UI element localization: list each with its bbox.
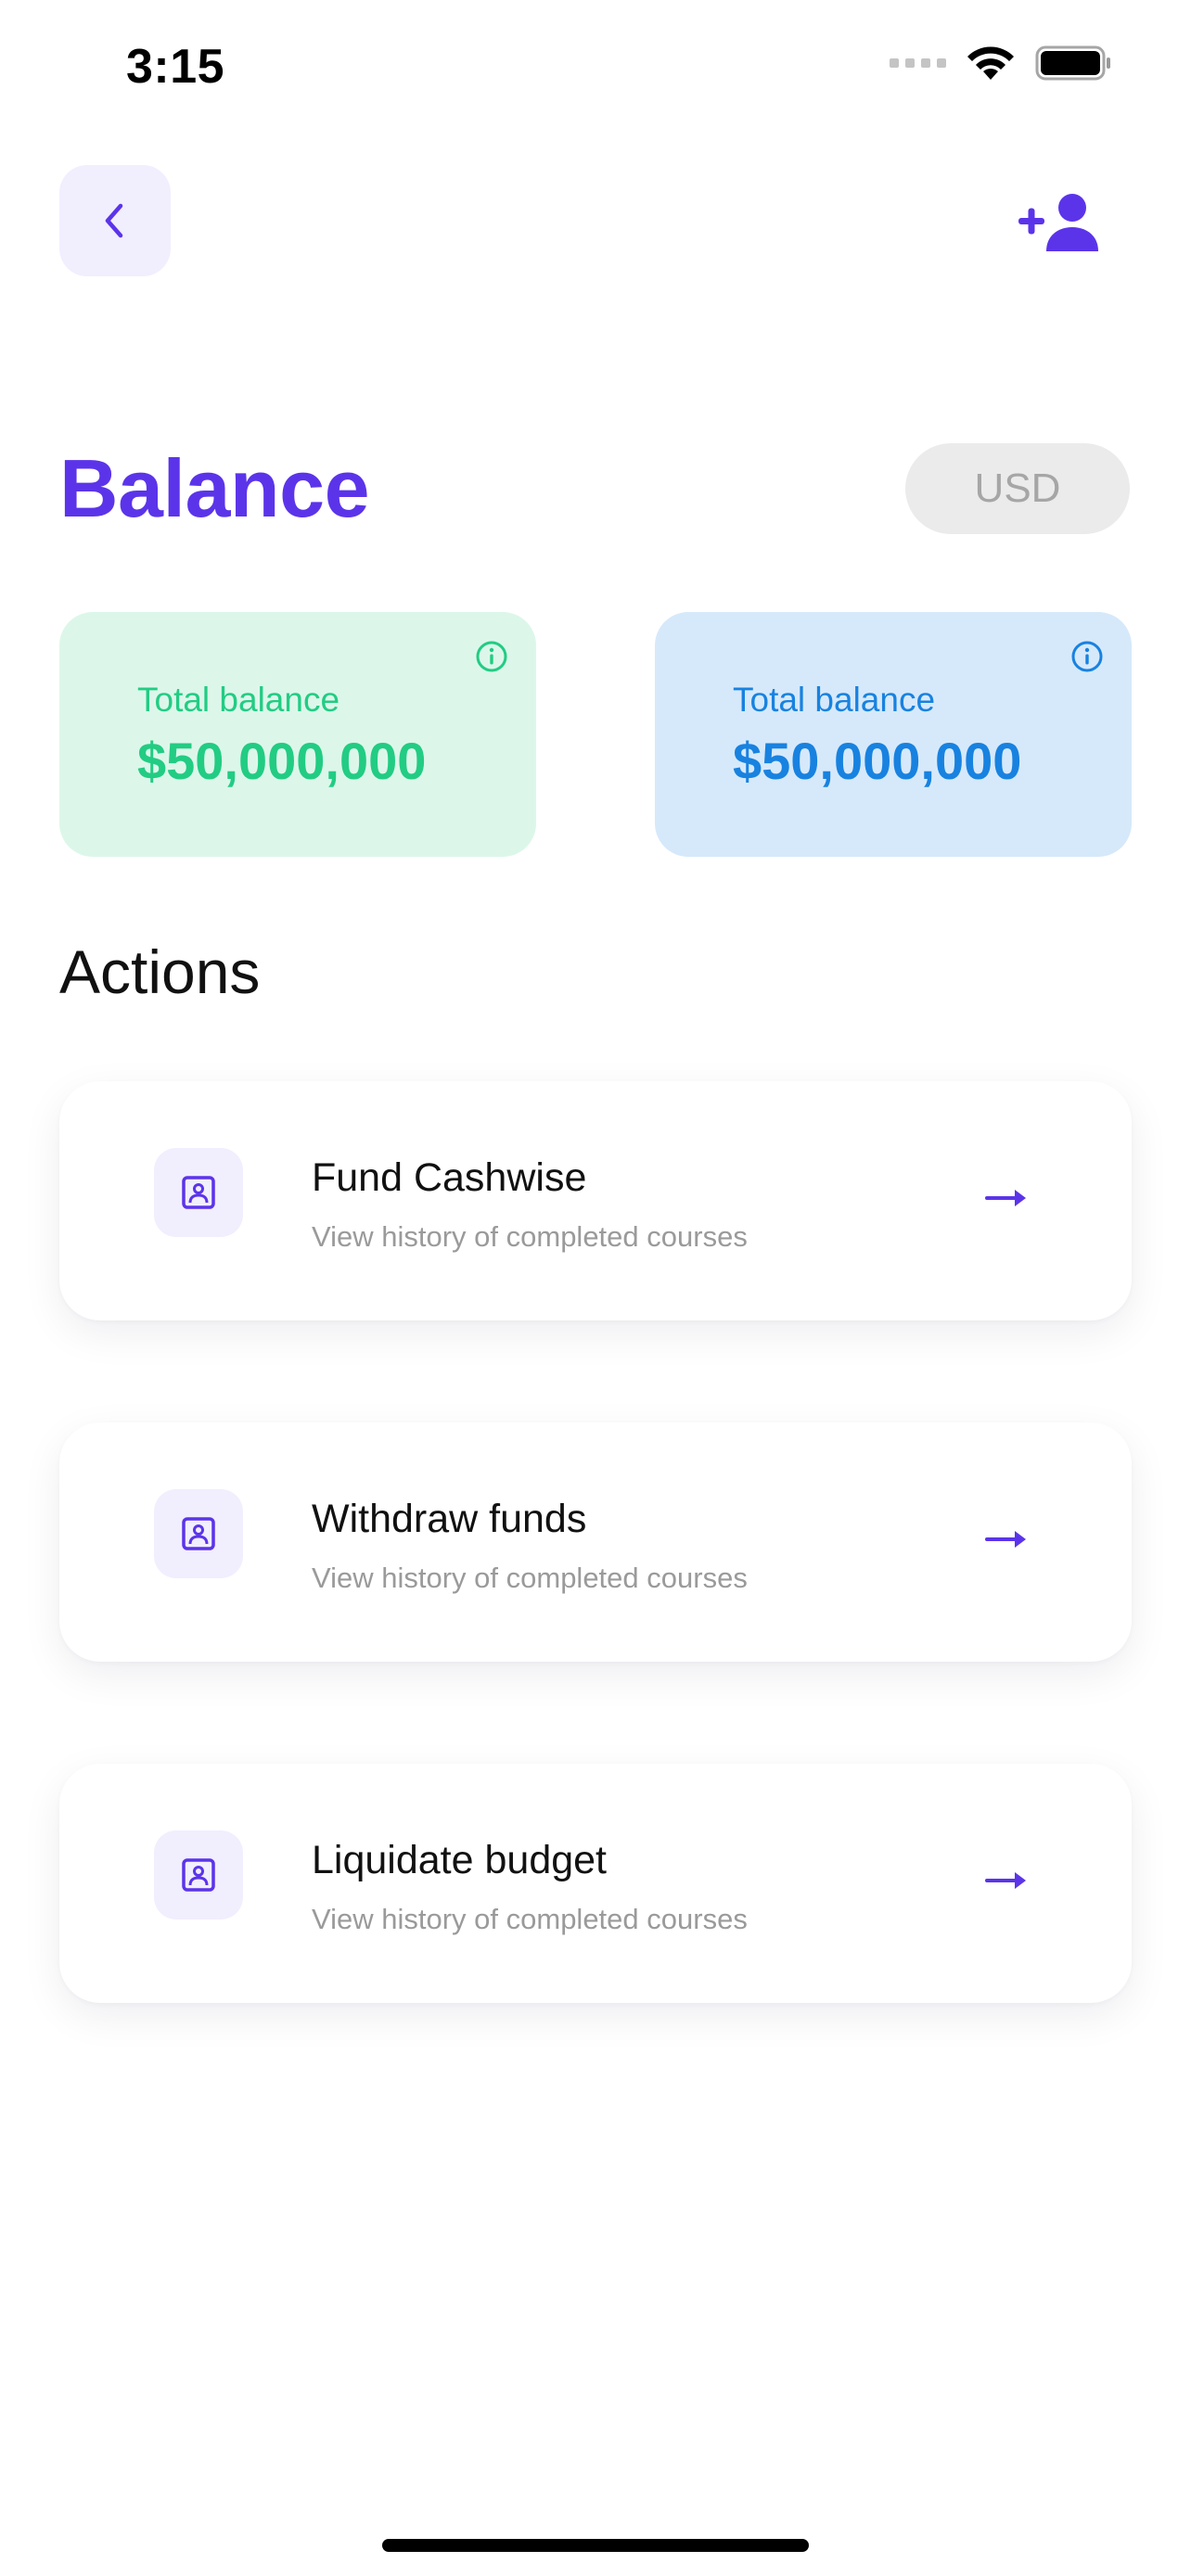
add-user-icon bbox=[1018, 194, 1098, 251]
arrow-right-icon bbox=[985, 1190, 1026, 1206]
action-title: Fund Cashwise bbox=[312, 1155, 587, 1200]
action-fund-cashwise[interactable]: Fund Cashwise View history of completed … bbox=[59, 1081, 1132, 1320]
balance-card: Total balance $50,000,000 bbox=[655, 612, 1132, 857]
portrait-icon bbox=[182, 1517, 215, 1550]
balance-card-value: $50,000,000 bbox=[733, 732, 1022, 790]
portrait-icon bbox=[182, 1176, 215, 1209]
action-title: Withdraw funds bbox=[312, 1497, 587, 1541]
action-subtitle: View history of completed courses bbox=[312, 1220, 748, 1253]
cellular-signal-icon bbox=[890, 58, 946, 68]
wifi-icon bbox=[967, 46, 1014, 80]
arrow-right-icon bbox=[985, 1531, 1026, 1548]
home-indicator[interactable] bbox=[382, 2539, 809, 2552]
info-icon[interactable] bbox=[475, 640, 508, 673]
action-title: Liquidate budget bbox=[312, 1838, 608, 1882]
info-icon[interactable] bbox=[1070, 640, 1104, 673]
chevron-left-icon bbox=[105, 203, 123, 238]
action-icon-tile bbox=[154, 1148, 243, 1237]
balance-card-label: Total balance bbox=[733, 681, 936, 719]
action-icon-tile bbox=[154, 1830, 243, 1919]
action-withdraw-funds[interactable]: Withdraw funds View history of completed… bbox=[59, 1422, 1132, 1662]
arrow-right-icon bbox=[985, 1872, 1026, 1889]
section-title: Actions bbox=[59, 937, 261, 1006]
back-button[interactable] bbox=[59, 165, 171, 276]
balance-screen: 3:15 Balance USD Total balance $50,000,0… bbox=[0, 0, 1191, 2576]
page-title: Balance bbox=[59, 442, 370, 534]
action-liquidate-budget[interactable]: Liquidate budget View history of complet… bbox=[59, 1764, 1132, 2003]
balance-card: Total balance $50,000,000 bbox=[59, 612, 536, 857]
action-subtitle: View history of completed courses bbox=[312, 1562, 748, 1594]
action-icon-tile bbox=[154, 1489, 243, 1578]
currency-selector[interactable]: USD bbox=[905, 443, 1130, 534]
add-user-button[interactable] bbox=[1015, 189, 1108, 256]
balance-card-value: $50,000,000 bbox=[137, 732, 427, 790]
status-time: 3:15 bbox=[126, 40, 225, 94]
status-icons bbox=[890, 45, 1113, 82]
balance-card-label: Total balance bbox=[137, 681, 340, 719]
battery-icon bbox=[1035, 45, 1110, 81]
portrait-icon bbox=[182, 1858, 215, 1892]
action-subtitle: View history of completed courses bbox=[312, 1903, 748, 1935]
